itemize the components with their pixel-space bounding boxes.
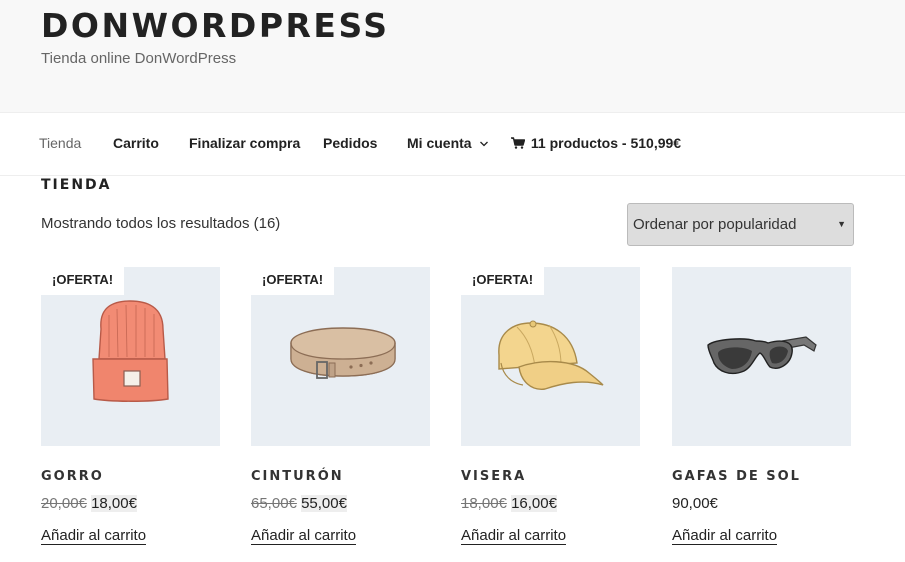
nav-item-pedidos[interactable]: Pedidos <box>323 135 377 151</box>
product-image-gorro[interactable]: ¡OFERTA! <box>41 267 220 446</box>
product-price: 90,00€ <box>672 495 718 512</box>
sale-badge: ¡OFERTA! <box>41 267 125 295</box>
product-image-cinturon[interactable]: ¡OFERTA! <box>251 267 430 446</box>
cart-icon <box>511 137 526 149</box>
nav-item-carrito[interactable]: Carrito <box>113 135 159 151</box>
nav-item-mi-cuenta[interactable]: Mi cuenta <box>407 135 489 151</box>
nav-item-finalizar-compra[interactable]: Finalizar compra <box>189 135 300 151</box>
product-card-gorro: ¡OFERTA! GORRO 20,00€ 18,00€ Añadir al c… <box>41 267 220 545</box>
sale-badge: ¡OFERTA! <box>251 267 335 295</box>
product-title[interactable]: GORRO <box>41 469 104 484</box>
site-title[interactable]: DONWORDPRESS <box>41 6 390 45</box>
sale-price: 55,00€ <box>301 495 347 512</box>
product-card-gafas-de-sol: GAFAS DE SOL 90,00€ Añadir al carrito <box>672 267 851 545</box>
sale-price: 16,00€ <box>511 495 557 512</box>
product-title[interactable]: CINTURÓN <box>251 469 344 484</box>
site-description: Tienda online DonWordPress <box>41 50 237 67</box>
select-arrow-icon: ▼ <box>837 219 846 229</box>
nav-item-mi-cuenta-label: Mi cuenta <box>407 135 472 151</box>
sale-price: 18,00€ <box>91 495 137 512</box>
add-to-cart-button[interactable]: Añadir al carrito <box>41 527 147 545</box>
site-header: DONWORDPRESS Tienda online DonWordPress <box>0 0 905 113</box>
old-price: 20,00€ <box>41 495 87 512</box>
ordering-select-value: Ordenar por popularidad <box>633 216 797 233</box>
chevron-down-icon <box>480 141 489 147</box>
regular-price: 90,00€ <box>672 495 718 512</box>
product-title[interactable]: VISERA <box>461 469 526 484</box>
cart-summary: 11 productos - 510,99€ <box>530 135 682 151</box>
nav-cart-link[interactable]: 11 productos - 510,99€ <box>511 135 681 151</box>
add-to-cart-button[interactable]: Añadir al carrito <box>672 527 778 545</box>
product-card-cinturon: ¡OFERTA! CINTURÓN 65,00€ 55,00€ Añadir a… <box>251 267 430 545</box>
product-image-gafas-de-sol[interactable] <box>672 267 851 446</box>
old-price: 65,00€ <box>251 495 297 512</box>
product-price: 20,00€ 18,00€ <box>41 495 137 512</box>
product-card-visera: ¡OFERTA! VISERA 18,00€ 16,00€ Añadir al … <box>461 267 640 545</box>
sale-badge: ¡OFERTA! <box>461 267 545 295</box>
product-title[interactable]: GAFAS DE SOL <box>672 469 801 484</box>
result-count: Mostrando todos los resultados (16) <box>41 215 281 232</box>
sunglasses-image <box>707 336 817 375</box>
old-price: 18,00€ <box>461 495 507 512</box>
page-title: TIENDA <box>41 177 112 193</box>
product-price: 18,00€ 16,00€ <box>461 495 557 512</box>
ordering-select[interactable]: Ordenar por popularidad ▼ <box>627 203 854 246</box>
add-to-cart-button[interactable]: Añadir al carrito <box>461 527 567 545</box>
add-to-cart-button[interactable]: Añadir al carrito <box>251 527 357 545</box>
product-image-visera[interactable]: ¡OFERTA! <box>461 267 640 446</box>
main-navigation: Tienda Carrito Finalizar compra Pedidos … <box>0 113 905 176</box>
nav-item-tienda[interactable]: Tienda <box>39 135 81 151</box>
product-price: 65,00€ 55,00€ <box>251 495 347 512</box>
